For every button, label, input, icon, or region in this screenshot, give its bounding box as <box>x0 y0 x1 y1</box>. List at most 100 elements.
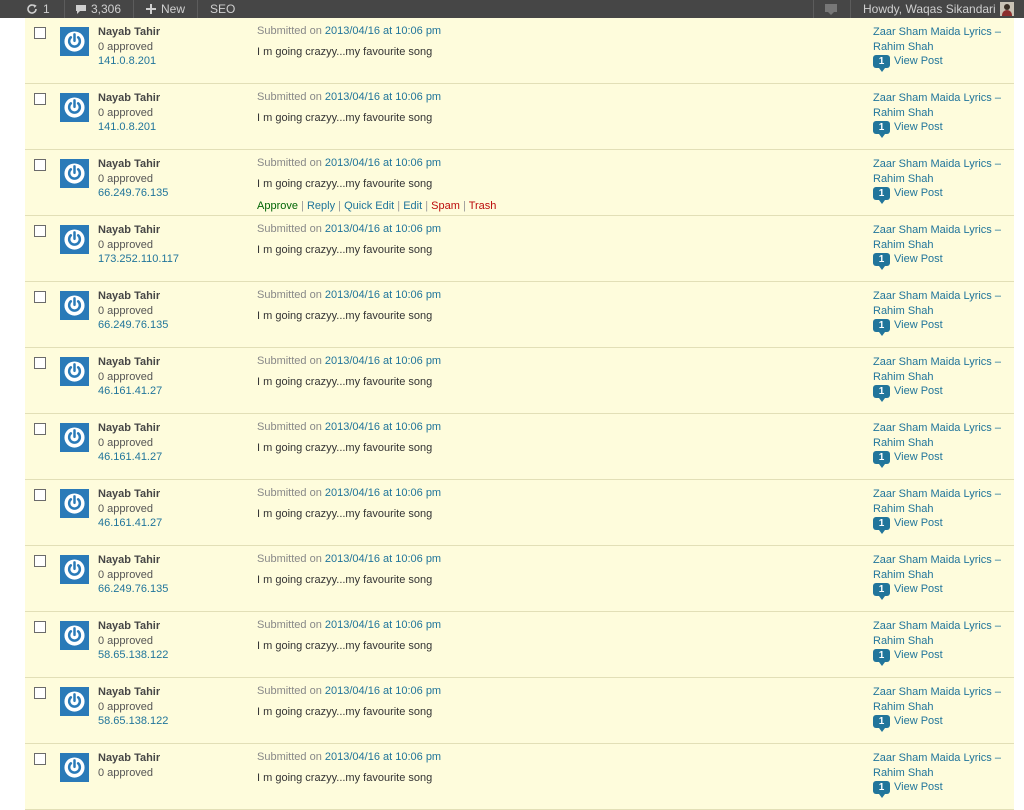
author-ip[interactable]: 46.161.41.27 <box>98 384 162 399</box>
comment-date-link[interactable]: 2013/04/16 at 10:06 pm <box>325 355 441 367</box>
comment-count-bubble[interactable]: 1 <box>873 582 890 600</box>
comment-checkbox[interactable] <box>34 159 46 171</box>
approved-count[interactable]: 0 approved <box>98 502 162 517</box>
post-title-link[interactable]: Zaar Sham Maida Lyrics – Rahim Shah <box>873 289 1001 318</box>
edit-link[interactable]: Edit <box>403 200 422 212</box>
comment-count-bubble[interactable]: 1 <box>873 54 890 72</box>
view-post-link[interactable]: View Post <box>894 583 943 595</box>
comment-date-link[interactable]: 2013/04/16 at 10:06 pm <box>325 619 441 631</box>
comment-count-bubble[interactable]: 1 <box>873 186 890 204</box>
post-title-link[interactable]: Zaar Sham Maida Lyrics – Rahim Shah <box>873 553 1001 582</box>
author-block: Nayab Tahir 0 approved 141.0.8.201 <box>98 25 160 69</box>
my-account-item[interactable]: Howdy, Waqas Sikandari <box>863 0 1014 18</box>
view-post-link[interactable]: View Post <box>894 319 943 331</box>
seo-menu-item[interactable]: SEO <box>210 0 235 18</box>
post-title-link[interactable]: Zaar Sham Maida Lyrics – Rahim Shah <box>873 91 1001 120</box>
author-ip[interactable]: 66.249.76.135 <box>98 318 168 333</box>
post-title-link[interactable]: Zaar Sham Maida Lyrics – Rahim Shah <box>873 223 1001 252</box>
approve-link[interactable]: Approve <box>257 200 298 212</box>
comment-count-bubble[interactable]: 1 <box>873 450 890 468</box>
approved-count[interactable]: 0 approved <box>98 436 162 451</box>
comment-checkbox[interactable] <box>34 621 46 633</box>
new-content-item[interactable]: New <box>146 0 185 18</box>
view-post-link[interactable]: View Post <box>894 781 943 793</box>
comment-date-link[interactable]: 2013/04/16 at 10:06 pm <box>325 157 441 169</box>
comment-checkbox[interactable] <box>34 555 46 567</box>
author-ip[interactable]: 66.249.76.135 <box>98 582 168 597</box>
approved-count[interactable]: 0 approved <box>98 634 168 649</box>
post-title-link[interactable]: Zaar Sham Maida Lyrics – Rahim Shah <box>873 685 1001 714</box>
comment-checkbox[interactable] <box>34 357 46 369</box>
post-title-link[interactable]: Zaar Sham Maida Lyrics – Rahim Shah <box>873 157 1001 186</box>
comment-count-bubble[interactable]: 1 <box>873 648 890 666</box>
author-ip[interactable]: 141.0.8.201 <box>98 54 160 69</box>
comment-date-link[interactable]: 2013/04/16 at 10:06 pm <box>325 223 441 235</box>
comment-checkbox[interactable] <box>34 27 46 39</box>
approved-count[interactable]: 0 approved <box>98 238 179 253</box>
spam-link[interactable]: Spam <box>431 200 460 212</box>
comment-date-link[interactable]: 2013/04/16 at 10:06 pm <box>325 487 441 499</box>
approved-count[interactable]: 0 approved <box>98 304 168 319</box>
author-ip[interactable]: 141.0.8.201 <box>98 120 160 135</box>
comment-count-bubble[interactable]: 1 <box>873 516 890 534</box>
trash-link[interactable]: Trash <box>469 200 497 212</box>
view-post-link[interactable]: View Post <box>894 385 943 397</box>
comment-date-link[interactable]: 2013/04/16 at 10:06 pm <box>325 421 441 433</box>
approved-count[interactable]: 0 approved <box>98 568 168 583</box>
quick-edit-link[interactable]: Quick Edit <box>344 200 394 212</box>
view-post-link[interactable]: View Post <box>894 55 943 67</box>
submitted-prefix: Submitted on <box>257 289 322 301</box>
comment-count-bubble[interactable]: 1 <box>873 384 890 402</box>
post-title-link[interactable]: Zaar Sham Maida Lyrics – Rahim Shah <box>873 355 1001 384</box>
view-post-link[interactable]: View Post <box>894 517 943 529</box>
comment-checkbox[interactable] <box>34 291 46 303</box>
comment-date-link[interactable]: 2013/04/16 at 10:06 pm <box>325 685 441 697</box>
post-title-link[interactable]: Zaar Sham Maida Lyrics – Rahim Shah <box>873 751 1001 780</box>
power-icon <box>64 625 85 646</box>
comment-count-bubble[interactable]: 1 <box>873 318 890 336</box>
approved-count[interactable]: 0 approved <box>98 106 160 121</box>
view-post-link[interactable]: View Post <box>894 187 943 199</box>
post-title-link[interactable]: Zaar Sham Maida Lyrics – Rahim Shah <box>873 619 1001 648</box>
comment-count-bubble[interactable]: 1 <box>873 714 890 732</box>
comment-date-link[interactable]: 2013/04/16 at 10:06 pm <box>325 91 441 103</box>
author-ip[interactable]: 46.161.41.27 <box>98 450 162 465</box>
author-ip[interactable]: 66.249.76.135 <box>98 186 168 201</box>
post-title-line-2: Rahim Shah <box>873 436 934 449</box>
comment-count-bubble[interactable]: 1 <box>873 780 890 798</box>
view-post-link[interactable]: View Post <box>894 121 943 133</box>
view-post-link[interactable]: View Post <box>894 253 943 265</box>
view-post-link[interactable]: View Post <box>894 715 943 727</box>
comment-count-bubble[interactable]: 1 <box>873 252 890 270</box>
comment-checkbox[interactable] <box>34 225 46 237</box>
approved-count[interactable]: 0 approved <box>98 370 162 385</box>
comment-count-bubble[interactable]: 1 <box>873 120 890 138</box>
notifications-item[interactable] <box>824 0 838 18</box>
author-ip[interactable]: 173.252.110.117 <box>98 252 179 267</box>
updates-item[interactable]: 1 <box>26 0 50 18</box>
author-ip[interactable]: 58.65.138.122 <box>98 648 168 663</box>
comment-checkbox[interactable] <box>34 687 46 699</box>
approved-count[interactable]: 0 approved <box>98 766 160 781</box>
post-title-link[interactable]: Zaar Sham Maida Lyrics – Rahim Shah <box>873 487 1001 516</box>
comment-checkbox[interactable] <box>34 753 46 765</box>
comments-item[interactable]: 3,306 <box>75 0 121 18</box>
comment-checkbox[interactable] <box>34 423 46 435</box>
view-post-link[interactable]: View Post <box>894 649 943 661</box>
post-title-link[interactable]: Zaar Sham Maida Lyrics – Rahim Shah <box>873 421 1001 450</box>
approved-count[interactable]: 0 approved <box>98 40 160 55</box>
approved-count[interactable]: 0 approved <box>98 172 168 187</box>
post-title-link[interactable]: Zaar Sham Maida Lyrics – Rahim Shah <box>873 25 1001 54</box>
author-ip[interactable]: 46.161.41.27 <box>98 516 162 531</box>
comment-date-link[interactable]: 2013/04/16 at 10:06 pm <box>325 289 441 301</box>
comment-checkbox[interactable] <box>34 489 46 501</box>
response-to: Zaar Sham Maida Lyrics – Rahim Shah 1 View… <box>873 685 1001 732</box>
comment-date-link[interactable]: 2013/04/16 at 10:06 pm <box>325 553 441 565</box>
view-post-link[interactable]: View Post <box>894 451 943 463</box>
comment-date-link[interactable]: 2013/04/16 at 10:06 pm <box>325 25 441 37</box>
comment-checkbox[interactable] <box>34 93 46 105</box>
author-ip[interactable]: 58.65.138.122 <box>98 714 168 729</box>
comment-date-link[interactable]: 2013/04/16 at 10:06 pm <box>325 751 441 763</box>
reply-link[interactable]: Reply <box>307 200 335 212</box>
approved-count[interactable]: 0 approved <box>98 700 168 715</box>
